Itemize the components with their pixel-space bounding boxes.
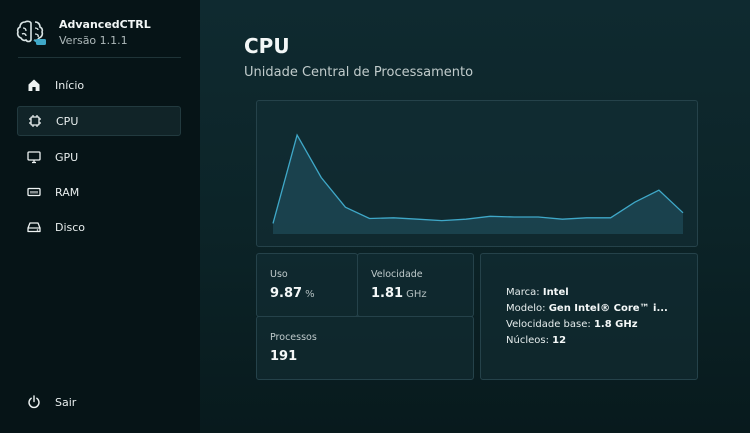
sidebar-item-label: CPU [56,114,79,128]
exit-label: Sair [55,395,77,409]
info-base-speed-label: Velocidade base: [506,319,591,330]
speed-card: Velocidade 1.81 GHz [357,253,474,317]
cpu-icon [28,114,42,128]
sidebar-item-gpu[interactable]: GPU [17,142,181,172]
usage-card: Uso 9.87% [256,253,358,317]
info-brand: Marca: Intel [506,287,569,298]
info-base-speed-value: 1.8 GHz [593,319,638,330]
disk-icon [27,220,41,234]
sidebar-item-label: GPU [55,150,79,164]
monitor-icon [27,150,41,164]
sidebar: AdvancedCTRL Versão 1.1.1 Início CPU GPU [0,0,200,433]
processes-card: Processos 191 [256,316,474,380]
page-title: CPU [244,34,290,58]
usage-area [273,135,683,234]
sidebar-item-label: Disco [55,220,86,234]
sidebar-item-ram[interactable]: RAM [17,177,181,207]
sidebar-divider [18,57,181,58]
sidebar-item-disco[interactable]: Disco [17,212,181,242]
usage-unit: % [305,289,315,300]
speed-number: 1.81 [371,286,404,301]
cpu-info-card: Marca: Intel Modelo: Gen Intel® Core™ i.… [480,253,698,380]
app-name: AdvancedCTRL [59,18,151,31]
app-version: Versão 1.1.1 [59,34,128,47]
processes-value: 191 [270,349,298,364]
sidebar-item-inicio[interactable]: Início [17,70,181,100]
usage-value: 9.87% [270,286,315,301]
power-icon [27,395,41,409]
info-brand-label: Marca: [506,287,540,298]
speed-label: Velocidade [371,269,423,280]
info-cores-label: Núcleos: [506,335,549,346]
processes-label: Processos [270,332,317,343]
info-cores: Núcleos: 12 [506,335,566,346]
main-content: CPU Unidade Central de Processamento Uso… [200,0,750,433]
info-cores-value: 12 [552,335,567,346]
sidebar-item-label: RAM [55,185,80,199]
exit-button[interactable]: Sair [17,387,181,417]
brand: AdvancedCTRL Versão 1.1.1 [16,16,186,50]
speed-value: 1.81 GHz [371,286,427,301]
info-brand-value: Intel [542,287,569,298]
cpu-usage-chart [256,100,698,247]
usage-label: Uso [270,269,288,280]
usage-chart-svg [272,133,684,234]
brain-logo-icon [16,18,48,46]
home-icon [27,78,41,92]
info-model-value: Gen Intel® Core™ i... [548,303,668,314]
info-model-label: Modelo: [506,303,546,314]
speed-unit: GHz [406,289,427,300]
page-subtitle: Unidade Central de Processamento [244,65,474,80]
usage-number: 9.87 [270,286,303,301]
sidebar-item-cpu[interactable]: CPU [17,106,181,136]
info-base-speed: Velocidade base: 1.8 GHz [506,319,638,330]
info-model: Modelo: Gen Intel® Core™ i... [506,303,668,314]
sidebar-item-label: Início [55,78,85,92]
memory-icon [27,185,41,199]
